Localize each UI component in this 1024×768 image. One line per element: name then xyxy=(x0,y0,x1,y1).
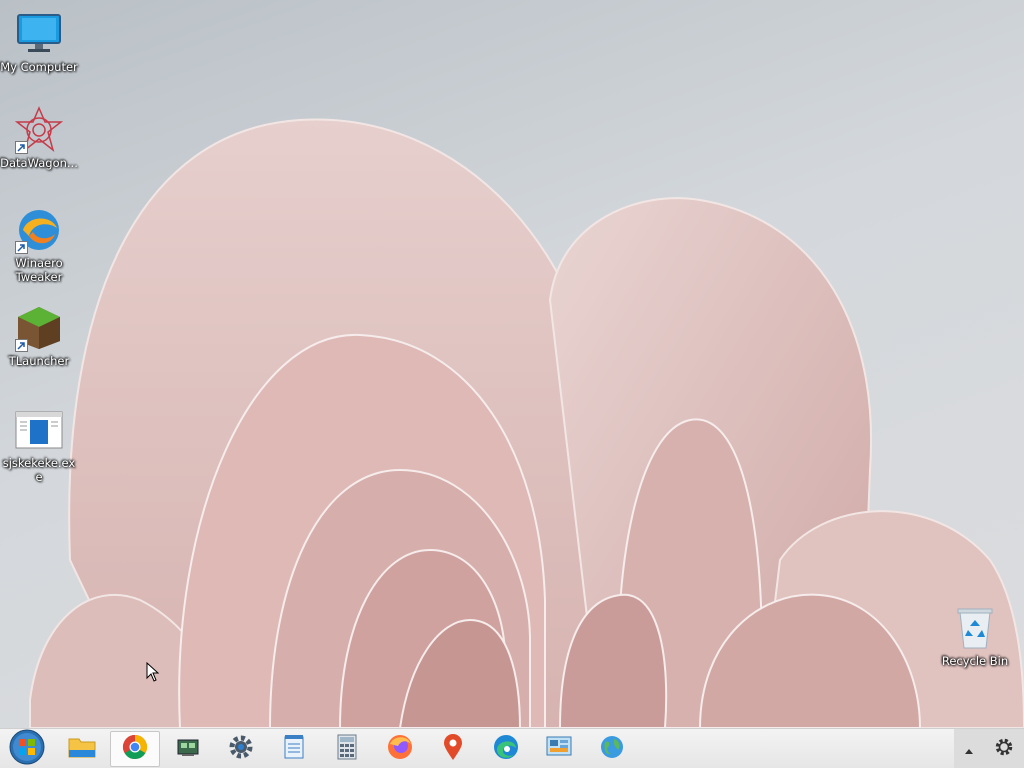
control-panel-icon xyxy=(546,735,572,763)
taskbar-firefox[interactable] xyxy=(375,731,425,767)
taskbar-settings[interactable] xyxy=(216,731,266,767)
datawagon-icon xyxy=(15,106,63,154)
taskbar-file-explorer[interactable] xyxy=(57,731,107,767)
desktop-icon-label: TLauncher xyxy=(8,354,70,368)
system-tool-icon xyxy=(176,736,200,762)
recycle-bin-icon xyxy=(951,604,999,652)
desktop-icon-label: sjskekeke.exe xyxy=(2,456,76,484)
chrome-icon xyxy=(122,734,148,764)
taskbar-network[interactable] xyxy=(587,731,637,767)
taskbar xyxy=(0,728,1024,768)
settings-gear-icon xyxy=(228,734,254,764)
maps-pin-icon xyxy=(442,733,464,765)
desktop-icon-label: DataWagon... xyxy=(0,156,78,170)
mouse-cursor-icon xyxy=(146,661,160,686)
start-button[interactable] xyxy=(2,729,52,768)
system-tray xyxy=(954,729,1024,768)
notepad-icon xyxy=(283,734,305,764)
taskbar-chrome[interactable] xyxy=(110,731,160,767)
exe-file-icon xyxy=(15,406,63,454)
shortcut-arrow-icon xyxy=(15,241,28,254)
network-globe-icon xyxy=(599,734,625,764)
desktop-icon-label: Winaero Tweaker xyxy=(15,256,63,284)
gear-icon[interactable] xyxy=(994,737,1014,761)
calculator-icon xyxy=(337,734,357,764)
desktop-icon-tlauncher[interactable]: TLauncher xyxy=(0,304,78,368)
shortcut-arrow-icon xyxy=(15,339,28,352)
desktop-icon-recycle-bin[interactable]: Recycle Bin xyxy=(936,604,1014,668)
monitor-icon xyxy=(15,10,63,58)
desktop-icon-sjskekeke-exe[interactable]: sjskekeke.exe xyxy=(0,406,78,484)
firefox-icon xyxy=(387,734,413,764)
desktop-icon-my-computer[interactable]: My Computer xyxy=(0,10,78,74)
show-hidden-icons-icon[interactable] xyxy=(964,740,974,759)
desktop-icon-datawagon[interactable]: DataWagon... xyxy=(0,106,78,170)
desktop-icon-winaero-tweaker[interactable]: Winaero Tweaker xyxy=(0,206,78,284)
taskbar-system-tool[interactable] xyxy=(163,731,213,767)
desktop-icon-label: My Computer xyxy=(0,60,78,74)
file-explorer-icon xyxy=(68,735,96,763)
edge-icon xyxy=(493,734,519,764)
taskbar-notepad[interactable] xyxy=(269,731,319,767)
taskbar-calculator[interactable] xyxy=(322,731,372,767)
taskbar-control-panel[interactable] xyxy=(534,731,584,767)
start-orb-icon xyxy=(9,729,45,768)
desktop-wallpaper xyxy=(0,0,1024,728)
desktop-icon-label: Recycle Bin xyxy=(941,654,1009,668)
winaero-tweaker-icon xyxy=(15,206,63,254)
taskbar-edge[interactable] xyxy=(481,731,531,767)
tlauncher-icon xyxy=(15,304,63,352)
shortcut-arrow-icon xyxy=(15,141,28,154)
taskbar-maps[interactable] xyxy=(428,731,478,767)
